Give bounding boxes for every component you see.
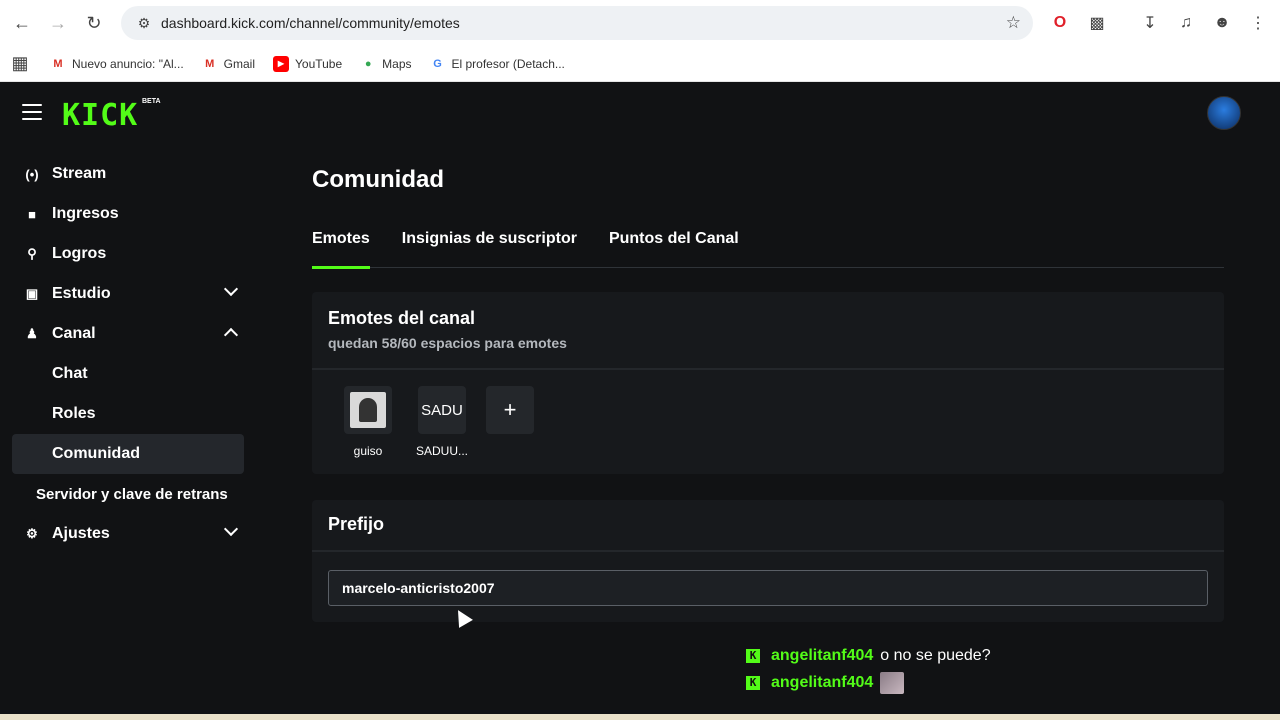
bookmark-el-profesor[interactable]: G El profesor (Detach... xyxy=(430,56,565,72)
menu-dots-icon[interactable]: ⋮ xyxy=(1241,6,1275,40)
stream-icon: (•) xyxy=(25,166,39,182)
tab-emotes[interactable]: Emotes xyxy=(312,230,370,269)
chart-icon: ■ xyxy=(28,206,36,222)
profile-icon[interactable]: ☻ xyxy=(1205,6,1239,40)
bookmark-gmail[interactable]: M Gmail xyxy=(202,56,255,72)
sidebar-item-canal[interactable]: ♟ Canal xyxy=(12,314,244,354)
prefix-input[interactable] xyxy=(328,570,1208,606)
sidebar-item-ajustes[interactable]: ⚙ Ajustes xyxy=(12,514,244,554)
tab-insignias[interactable]: Insignias de suscriptor xyxy=(402,230,577,268)
kick-dashboard: KICK BETA (•) Stream ■ Ingresos ⚲ Logros… xyxy=(0,82,1280,720)
bookmark-label: Gmail xyxy=(223,56,255,71)
chat-overlay: K angelitanf404 o no se puede? K angelit… xyxy=(746,642,991,696)
sidebar-item-chat[interactable]: Chat xyxy=(12,354,244,394)
sidebar-item-label: Stream xyxy=(52,165,107,182)
emote-label: SADUU... xyxy=(415,444,468,458)
emote-image xyxy=(350,392,386,428)
sidebar-item-roles[interactable]: Roles xyxy=(12,394,244,434)
extensions-icon[interactable]: ▩ xyxy=(1080,6,1114,40)
sidebar-item-logros[interactable]: ⚲ Logros xyxy=(12,234,244,274)
sidebar-item-label: Logros xyxy=(52,245,107,262)
community-tabs: Emotes Insignias de suscriptor Puntos de… xyxy=(312,230,1224,269)
sidebar-item-label: Ajustes xyxy=(52,525,110,542)
opera-icon[interactable]: O xyxy=(1043,6,1077,40)
user-avatar[interactable] xyxy=(1207,96,1241,130)
bookmark-label: El profesor (Detach... xyxy=(451,56,565,71)
sidebar: (•) Stream ■ Ingresos ⚲ Logros ▣ Estudio… xyxy=(12,154,244,554)
chevron-down-icon xyxy=(223,281,239,297)
chat-message: K angelitanf404 o no se puede? xyxy=(746,642,991,669)
gear-icon: ⚙ xyxy=(26,526,38,541)
add-emote-button[interactable]: + xyxy=(486,386,534,434)
sidebar-item-comunidad[interactable]: Comunidad xyxy=(12,434,244,474)
kick-badge-icon: K xyxy=(746,648,760,663)
bookmark-label: Nuevo anuncio: "Al... xyxy=(72,56,184,71)
prefix-card-title: Prefijo xyxy=(328,514,385,534)
bookmark-nuevo-anuncio[interactable]: M Nuevo anuncio: "Al... xyxy=(50,56,184,72)
taskbar-edge xyxy=(0,714,1280,720)
menu-hamburger-icon[interactable] xyxy=(22,104,42,120)
chevron-down-icon xyxy=(223,521,239,537)
sidebar-item-servidor[interactable]: Servidor y clave de retrans xyxy=(12,474,244,514)
chat-message: K angelitanf404 xyxy=(746,669,991,696)
download-icon[interactable]: ↧ xyxy=(1133,6,1167,40)
sidebar-item-label: Chat xyxy=(52,365,88,382)
kick-badge-icon: K xyxy=(746,675,760,690)
sidebar-item-label: Roles xyxy=(52,405,96,422)
emote-item[interactable]: SADU SADUU... xyxy=(406,386,478,458)
site-info-icon[interactable]: ⚙ xyxy=(133,12,155,34)
emotes-card-subtitle: quedan 58/60 espacios para emotes xyxy=(328,335,567,351)
maps-icon: ● xyxy=(364,57,372,70)
chat-username: angelitanf404 xyxy=(771,673,874,691)
users-icon: ♟ xyxy=(26,326,38,341)
studio-icon: ▣ xyxy=(25,286,39,301)
kick-logo[interactable]: KICK xyxy=(62,98,138,133)
reload-icon[interactable]: ↻ xyxy=(76,5,112,41)
tab-puntos[interactable]: Puntos del Canal xyxy=(609,230,739,268)
back-icon[interactable]: ← xyxy=(4,5,40,41)
chat-username: angelitanf404 xyxy=(771,646,874,664)
trophy-icon: ⚲ xyxy=(27,246,37,261)
sidebar-item-label: Canal xyxy=(52,325,96,342)
google-icon: G xyxy=(433,57,442,70)
bookmarks-bar: ▦ M Nuevo anuncio: "Al... M Gmail ▶ YouT… xyxy=(0,46,1280,82)
gmail-icon: M xyxy=(205,57,215,70)
chevron-up-icon xyxy=(223,327,239,343)
youtube-icon: ▶ xyxy=(273,55,289,72)
browser-toolbar: ← → ↻ ⚙ dashboard.kick.com/channel/commu… xyxy=(0,0,1280,46)
sidebar-item-label: Comunidad xyxy=(52,445,140,462)
broken-image-alt: SADU xyxy=(421,401,463,419)
page-title: Comunidad xyxy=(312,166,444,193)
beta-badge: BETA xyxy=(142,98,161,105)
forward-icon[interactable]: → xyxy=(40,5,76,41)
address-bar[interactable]: ⚙ dashboard.kick.com/channel/community/e… xyxy=(121,6,1033,40)
bookmark-maps[interactable]: ● Maps xyxy=(360,56,412,72)
media-control-icon[interactable]: ♫ xyxy=(1169,6,1203,40)
sidebar-item-stream[interactable]: (•) Stream xyxy=(12,154,244,194)
emote-item[interactable]: guiso xyxy=(332,386,404,458)
sidebar-item-estudio[interactable]: ▣ Estudio xyxy=(12,274,244,314)
sidebar-item-label: Ingresos xyxy=(52,205,119,222)
emote-list: guiso SADU SADUU... + xyxy=(312,370,1224,458)
bookmark-label: Maps xyxy=(382,56,412,71)
chat-emote-image xyxy=(880,671,905,694)
prefix-card: Prefijo xyxy=(312,500,1224,622)
sidebar-item-label: Estudio xyxy=(52,285,111,302)
emotes-card: Emotes del canal quedan 58/60 espacios p… xyxy=(312,292,1224,474)
emote-thumbnail[interactable]: SADU xyxy=(418,386,466,434)
apps-grid-icon[interactable]: ▦ xyxy=(2,46,38,82)
bookmark-label: YouTube xyxy=(295,56,343,71)
sidebar-item-label: Servidor y clave de retrans xyxy=(36,485,228,503)
sidebar-item-ingresos[interactable]: ■ Ingresos xyxy=(12,194,244,234)
chat-text: o no se puede? xyxy=(880,646,991,664)
emote-label: guiso xyxy=(353,444,383,458)
emotes-card-title: Emotes del canal xyxy=(328,308,476,328)
bookmark-youtube[interactable]: ▶ YouTube xyxy=(273,55,343,72)
bookmark-star-icon[interactable]: ☆ xyxy=(1006,13,1021,33)
url-text: dashboard.kick.com/channel/community/emo… xyxy=(161,15,460,31)
emote-thumbnail[interactable] xyxy=(344,386,392,434)
gmail-icon: M xyxy=(53,57,63,70)
